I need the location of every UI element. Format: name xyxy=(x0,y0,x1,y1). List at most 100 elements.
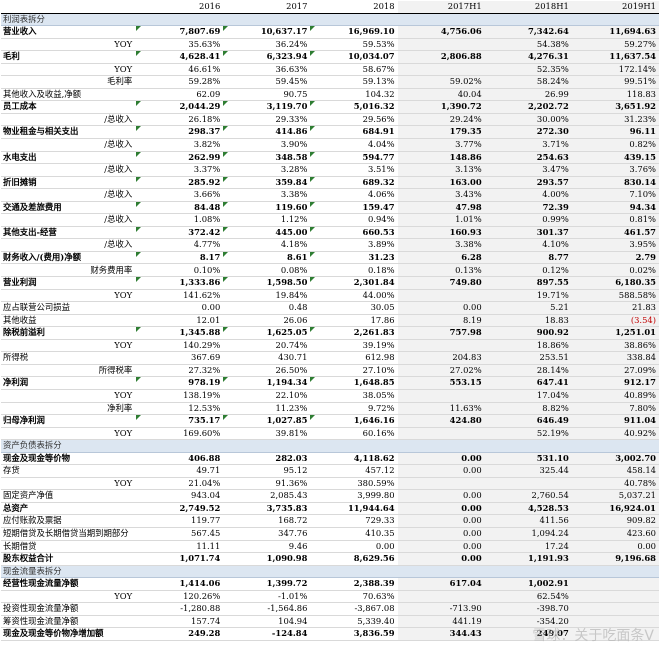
table-row: YOY 35.63% 36.24% 59.53% 54.38% 59.27% xyxy=(1,38,659,52)
row-label: 归母净利润 xyxy=(1,414,137,428)
cell-value: 0.00 xyxy=(397,552,485,566)
row-label: 折旧摊销 xyxy=(1,176,137,190)
cell-value: 3.90% xyxy=(223,138,311,152)
table-row: YOY 141.62% 19.84% 44.00% 19.71% 588.58% xyxy=(1,289,659,303)
table-row: 应付账款及票据 119.77 168.72 729.33 0.00 411.56 909.8… xyxy=(1,514,659,528)
cell-value: 157.74 xyxy=(136,615,224,629)
table-row: 净利润 978.19 1,194.34 1,648.85 553.15 647.41 912… xyxy=(1,376,659,390)
cell-value: 4,528.53 xyxy=(484,502,572,516)
row-label: /总收入 xyxy=(1,188,137,202)
cell-value: 39.81% xyxy=(223,427,311,441)
cell-value: 1.12% xyxy=(223,213,311,227)
cell-value: 18.86% xyxy=(484,339,572,353)
cell-value: 978.19 xyxy=(136,376,224,390)
row-label: 其他收益 xyxy=(1,314,137,328)
cell-value: 0.00 xyxy=(397,514,485,528)
cell-value: 95.12 xyxy=(223,464,311,478)
cell-value: 59.02% xyxy=(397,75,485,89)
cell-value: 9.46 xyxy=(223,540,311,554)
cell-value: 19.71% xyxy=(484,289,572,303)
cell-value: 897.55 xyxy=(484,276,572,290)
cell-value: 0.82% xyxy=(571,138,659,152)
table-row: 其他支出-经营 372.42 445.00 660.53 160.93 301.37 461… xyxy=(1,226,659,240)
header-year: 2017H1 xyxy=(397,1,485,14)
table-row: YOY 120.26% -1.01% 70.63% 62.54% xyxy=(1,590,659,604)
cell-value: 647.41 xyxy=(484,376,572,390)
cell-value: 253.51 xyxy=(484,351,572,365)
cell-value: 7,342.64 xyxy=(484,25,572,39)
cell-value xyxy=(397,38,485,52)
row-label: 现金及现金等价物 xyxy=(1,452,137,466)
cell-value: 6.28 xyxy=(397,251,485,265)
cell-value: 1,625.05 xyxy=(223,326,311,340)
cell-value: 46.61% xyxy=(136,63,224,77)
cell-value: 0.00 xyxy=(397,452,485,466)
cell-value: 91.36% xyxy=(223,477,311,491)
cell-value: 29.56% xyxy=(310,113,398,127)
cell-value: 26.50% xyxy=(223,364,311,378)
cell-value: 2,044.29 xyxy=(136,100,224,114)
table-row: 其他收入及收益,净额 62.09 90.75 104.32 40.04 26.99 118.… xyxy=(1,88,659,102)
cell-value: 59.13% xyxy=(310,75,398,89)
cell-value: 11.11 xyxy=(136,540,224,554)
cell-value: (3.54) xyxy=(571,314,659,328)
table-row: 财务费用率 0.10% 0.08% 0.18% 0.13% 0.12% 0.02% xyxy=(1,263,659,278)
row-label: 水电支出 xyxy=(1,151,137,165)
cell-value: 1,071.74 xyxy=(136,552,224,566)
table-row: YOY 21.04% 91.36% 380.59% 40.78% xyxy=(1,477,659,491)
cell-value: 38.05% xyxy=(310,389,398,403)
cell-value xyxy=(571,602,659,616)
row-label: 筹资性现金流量净额 xyxy=(1,615,137,629)
cell-value: 119.60 xyxy=(223,201,311,215)
cell-value: 3,002.70 xyxy=(571,452,659,466)
cell-value: 553.15 xyxy=(397,376,485,390)
cell-value: 3.13% xyxy=(397,163,485,177)
cell-value: 2,749.52 xyxy=(136,502,224,516)
header-year: 2018H1 xyxy=(484,1,572,14)
cell-value: 911.04 xyxy=(571,414,659,428)
table-row: 毛利率 59.28% 59.45% 59.13% 59.02% 58.24% 99.51% xyxy=(1,75,659,89)
cell-value: 3,999.80 xyxy=(310,489,398,503)
cell-value: 30.00% xyxy=(484,113,572,127)
cell-value: 9,196.68 xyxy=(571,552,659,566)
cell-value: 12.01 xyxy=(136,314,224,328)
row-label: /总收入 xyxy=(1,238,137,252)
cell-value: 35.63% xyxy=(136,38,224,52)
cell-value: 4.04% xyxy=(310,138,398,152)
header-year: 2019H1 xyxy=(571,1,659,14)
cell-value xyxy=(397,590,485,604)
cell-value: 49.71 xyxy=(136,464,224,478)
cell-value: 28.14% xyxy=(484,364,572,378)
cell-value: 58.24% xyxy=(484,75,572,89)
table-row: 总资产 2,749.52 3,735.83 11,944.64 0.00 4,528.53… xyxy=(1,502,659,516)
cell-value: 2,085.43 xyxy=(223,489,311,503)
cell-value: 2,388.39 xyxy=(310,577,398,591)
cell-value: 59.53% xyxy=(310,38,398,52)
cell-value: 11.63% xyxy=(397,402,485,416)
cell-value: 40.04 xyxy=(397,88,485,102)
cell-value: 160.93 xyxy=(397,226,485,240)
cell-value: -124.84 xyxy=(223,627,311,641)
cell-value: 62.54% xyxy=(484,590,572,604)
cell-value: 3.43% xyxy=(397,188,485,202)
section-header: 利润表拆分 xyxy=(1,13,659,27)
cell-value: 943.04 xyxy=(136,489,224,503)
cell-value: 159.47 xyxy=(310,201,398,215)
table-row: YOY 138.19% 22.10% 38.05% 17.04% 40.89% xyxy=(1,389,659,403)
row-label: 员工成本 xyxy=(1,100,137,114)
cell-value: 31.23 xyxy=(310,251,398,265)
row-label: YOY xyxy=(1,289,137,303)
row-label: 经营性现金流量净额 xyxy=(1,577,137,591)
cell-value: 54.38% xyxy=(484,38,572,52)
cell-value: 2,806.88 xyxy=(397,50,485,64)
cell-value: 4,276.31 xyxy=(484,50,572,64)
cell-value: 406.88 xyxy=(136,452,224,466)
table-row: 营业利润 1,333.86 1,598.50 2,301.84 749.80 897.55… xyxy=(1,276,659,290)
cell-value: 0.00 xyxy=(397,489,485,503)
cell-value: 4.77% xyxy=(136,238,224,252)
cell-value xyxy=(397,427,485,441)
table-row: /总收入 26.18% 29.33% 29.56% 29.24% 30.00% 31.23% xyxy=(1,113,659,127)
cell-value: 19.84% xyxy=(223,289,311,303)
cell-value: -1,564.86 xyxy=(223,602,311,616)
cell-value: 660.53 xyxy=(310,226,398,240)
